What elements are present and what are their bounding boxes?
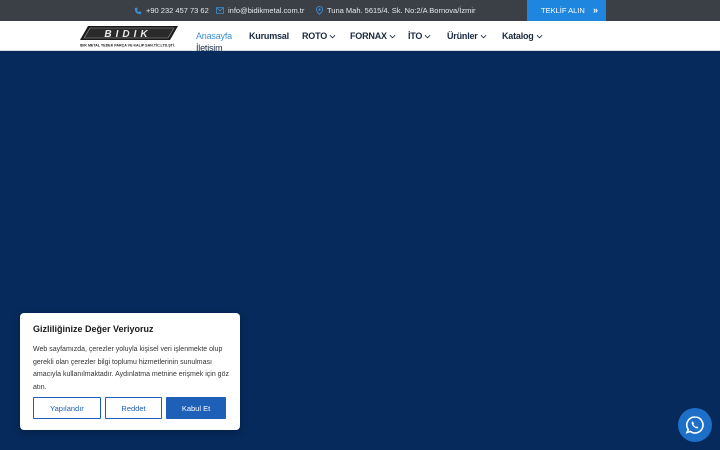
chevron-down-icon xyxy=(424,34,431,38)
nav-home-label: Anasayfa xyxy=(196,31,232,41)
nav-corporate-label: Kurumsal xyxy=(249,31,289,41)
nav-corporate[interactable]: Kurumsal xyxy=(249,31,289,41)
svg-text:BIDIK: BIDIK xyxy=(104,29,151,40)
chevron-down-icon xyxy=(536,34,543,38)
whatsapp-button[interactable] xyxy=(678,408,712,442)
email-link[interactable]: info@bidikmetal.com.tr xyxy=(216,0,304,21)
nav-catalog-label: Katalog xyxy=(502,31,534,41)
nav-roto[interactable]: ROTO xyxy=(302,31,336,41)
whatsapp-icon xyxy=(685,416,704,434)
address-text: Tuna Mah. 5615/4. Sk. No:2/A Bornova/İzm… xyxy=(327,6,476,15)
cookie-accept-button[interactable]: Kabul Et xyxy=(166,397,226,419)
chevron-down-icon xyxy=(480,34,487,38)
map-pin-icon xyxy=(316,6,323,15)
nav-contact[interactable]: İletişim xyxy=(196,43,223,53)
cookie-consent-banner: Gizliliğinize Değer Veriyoruz Web sayfam… xyxy=(20,313,240,430)
double-chevron-right-icon: » xyxy=(592,5,598,15)
nav-fornax-label: FORNAX xyxy=(350,31,387,41)
nav-ito[interactable]: İTO xyxy=(408,31,431,41)
nav-products-label: Ürünler xyxy=(447,31,478,41)
main-navbar: BIDIK BIDIK METAL YEDEK PARÇA VE KALIP S… xyxy=(0,21,720,51)
company-logo[interactable]: BIDIK BIDIK METAL YEDEK PARÇA VE KALIP S… xyxy=(80,25,178,48)
cookie-customize-button[interactable]: Yapılandır xyxy=(33,397,101,419)
phone-link[interactable]: +90 232 457 73 62 xyxy=(134,0,209,21)
nav-fornax[interactable]: FORNAX xyxy=(350,31,396,41)
envelope-icon xyxy=(216,7,224,14)
email-text: info@bidikmetal.com.tr xyxy=(228,6,305,15)
cookie-text: Web sayfamızda, çerezler yoluyla kişisel… xyxy=(33,346,229,391)
nav-products[interactable]: Ürünler xyxy=(447,31,487,41)
cookie-buttons: Yapılandır Reddet Kabul Et xyxy=(33,397,230,419)
get-quote-button[interactable]: TEKLİF ALIN » xyxy=(527,0,606,21)
get-quote-label: TEKLİF ALIN xyxy=(541,6,585,15)
cookie-title: Gizliliğinize Değer Veriyoruz xyxy=(33,324,154,334)
chevron-down-icon xyxy=(329,34,336,38)
top-info-bar: +90 232 457 73 62 info@bidikmetal.com.tr… xyxy=(0,0,720,21)
svg-text:BIDIK METAL YEDEK PARÇA VE KAL: BIDIK METAL YEDEK PARÇA VE KALIP SAN.TİC… xyxy=(80,44,175,48)
nav-contact-label: İletişim xyxy=(196,43,223,53)
cookie-reject-button[interactable]: Reddet xyxy=(105,397,162,419)
nav-home[interactable]: Anasayfa xyxy=(196,31,232,41)
nav-catalog[interactable]: Katalog xyxy=(502,31,543,41)
chevron-down-icon xyxy=(389,34,396,38)
phone-text: +90 232 457 73 62 xyxy=(146,6,209,15)
address-link[interactable]: Tuna Mah. 5615/4. Sk. No:2/A Bornova/İzm… xyxy=(316,0,476,21)
nav-roto-label: ROTO xyxy=(302,31,328,41)
nav-ito-label: İTO xyxy=(408,31,423,41)
phone-icon xyxy=(134,7,142,14)
